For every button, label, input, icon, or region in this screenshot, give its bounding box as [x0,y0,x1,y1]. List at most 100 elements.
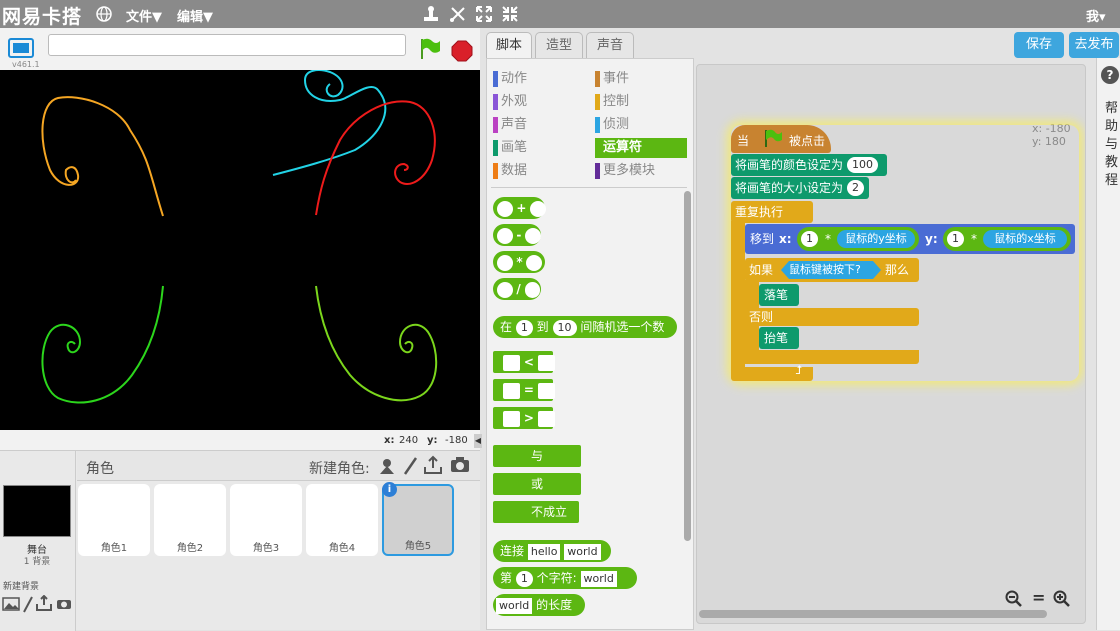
palette-scrollbar[interactable] [684,191,691,541]
help-tutorial-label[interactable]: 帮 助 与 教 程 [1105,100,1119,190]
sprite-card-3[interactable]: 角色3 [230,484,302,556]
block-text: 移到 [750,232,775,246]
multiply-block[interactable]: * [493,251,545,273]
upload-backdrop-icon[interactable] [36,595,52,611]
block-text: 否则 [749,310,774,324]
app-logo[interactable]: 网易卡搭 [2,2,82,29]
tab-sounds[interactable]: 声音 [586,32,634,58]
random-block[interactable]: 在 1 到 10 间随机选一个数 [493,316,677,338]
go-to-xy-block[interactable]: 移到 x: 1 * 鼠标的y坐标 y: 1 * 鼠标的x坐标 [745,224,1075,254]
grow-icon[interactable] [474,4,494,24]
category-pen[interactable]: 画笔 [493,138,527,158]
zoom-out-icon[interactable] [1005,590,1023,608]
letter-word-input[interactable]: world [580,570,617,587]
paint-backdrop-icon[interactable] [22,595,34,613]
save-button[interactable]: 保存 [1014,32,1064,58]
sprite-library-icon[interactable] [378,457,396,475]
script-area[interactable]: x: -180 y: 180 当 被点击 将画笔的颜色设定为 100 将画笔的大… [696,64,1086,624]
or-block[interactable]: 或 [493,473,581,495]
set-pen-color-block[interactable]: 将画笔的颜色设定为 100 [731,154,887,176]
random-from-input[interactable]: 1 [515,319,533,336]
category-label: 外观 [501,94,528,109]
equals-block[interactable]: = [493,379,555,401]
stage-canvas[interactable] [0,70,480,430]
shrink-icon[interactable] [500,4,520,24]
zoom-reset-icon[interactable]: = [1032,590,1045,606]
zoom-in-icon[interactable] [1053,590,1071,608]
less-than-block[interactable]: < [493,351,555,373]
pen-size-input[interactable]: 2 [847,180,864,196]
multiply-x-reporter[interactable]: 1 * 鼠标的y坐标 [797,227,919,251]
category-events[interactable]: 事件 [595,69,629,89]
mouse-y-reporter[interactable]: 鼠标的y坐标 [837,230,915,248]
multiply-y-reporter[interactable]: 1 * 鼠标的x坐标 [943,227,1071,251]
letter-index-input[interactable]: 1 [515,570,533,587]
language-globe-icon[interactable] [95,5,113,23]
pen-down-block[interactable]: 落笔 [759,284,799,306]
join-second-input[interactable]: world [564,543,601,560]
multiplier-input[interactable]: 1 [801,231,818,247]
set-pen-size-block[interactable]: 将画笔的大小设定为 2 [731,177,869,199]
green-flag-hat-block[interactable]: 当 被点击 [731,125,831,153]
category-more-blocks[interactable]: 更多模块 [595,161,655,181]
backdrop-camera-icon[interactable] [56,598,72,610]
length-of-block[interactable]: world 的长度 [493,594,585,616]
camera-icon[interactable] [450,457,470,473]
sprites-title: 角色 [86,461,114,477]
letter-of-block[interactable]: 第 1 个字符: world [493,567,637,589]
forever-block[interactable]: 重复执行 [731,201,813,223]
add-block[interactable]: + [493,197,546,219]
paint-brush-icon[interactable] [401,456,419,476]
stage-header: v461.1 [0,28,480,70]
sprite-info-icon[interactable]: i [382,482,397,497]
multiplier-input[interactable]: 1 [947,231,964,247]
divide-block[interactable]: / [493,278,541,300]
category-looks[interactable]: 外观 [493,92,527,112]
file-menu[interactable]: 文件▼ [126,6,162,25]
fullscreen-icon[interactable] [8,38,34,58]
pen-color-input[interactable]: 100 [847,157,878,173]
block-text: 抬笔 [764,331,789,345]
join-first-input[interactable]: hello [527,543,561,560]
category-sound[interactable]: 声音 [493,115,527,135]
stop-icon[interactable] [451,40,473,62]
not-block[interactable]: 不成立 [493,501,579,523]
greater-than-block[interactable]: > [493,407,555,429]
subtract-block[interactable]: - [493,224,541,246]
sprite-card-1[interactable]: 角色1 [78,484,150,556]
if-else-block[interactable]: 如果 鼠标键被按下? 那么 [745,258,919,282]
join-block[interactable]: 连接 hello world [493,540,611,562]
category-operators-selected[interactable]: 运算符 [595,138,687,158]
user-menu[interactable]: 我▾ [1086,6,1106,25]
category-sensing[interactable]: 侦测 [595,115,629,135]
cut-scissors-icon[interactable] [448,4,468,24]
tab-costumes[interactable]: 造型 [535,32,583,58]
publish-button[interactable]: 去发布 [1069,32,1119,58]
category-motion[interactable]: 动作 [493,69,527,89]
category-data[interactable]: 数据 [493,161,527,181]
length-word-input[interactable]: world [496,597,533,614]
tab-scripts[interactable]: 脚本 [486,32,532,59]
green-flag-icon[interactable] [418,37,442,61]
duplicate-stamp-icon[interactable] [421,4,441,24]
random-to-input[interactable]: 10 [552,319,577,336]
stage-thumbnail[interactable] [3,485,71,537]
backdrop-library-icon[interactable] [2,597,20,611]
category-label: 画笔 [501,140,528,155]
pen-up-block[interactable]: 抬笔 [759,327,799,349]
sprite-name: 角色2 [176,543,204,554]
category-control[interactable]: 控制 [595,92,629,112]
collapse-stage-icon[interactable]: ◀ [474,434,482,448]
mouse-down-predicate[interactable]: 鼠标键被按下? [781,261,881,279]
sprite-card-4[interactable]: 角色4 [306,484,378,556]
upload-sprite-icon[interactable] [423,455,443,475]
sprite-card-2[interactable]: 角色2 [154,484,226,556]
script-hscrollbar[interactable] [699,610,1047,618]
forever-bottom: ⮥ [731,363,813,381]
edit-menu[interactable]: 编辑▼ [177,6,213,25]
and-block[interactable]: 与 [493,445,581,467]
mouse-x-reporter[interactable]: 鼠标的x坐标 [983,230,1067,248]
help-icon[interactable]: ? [1101,66,1119,84]
project-title-input[interactable] [48,34,406,56]
mouse-y-label: y: [427,435,438,446]
